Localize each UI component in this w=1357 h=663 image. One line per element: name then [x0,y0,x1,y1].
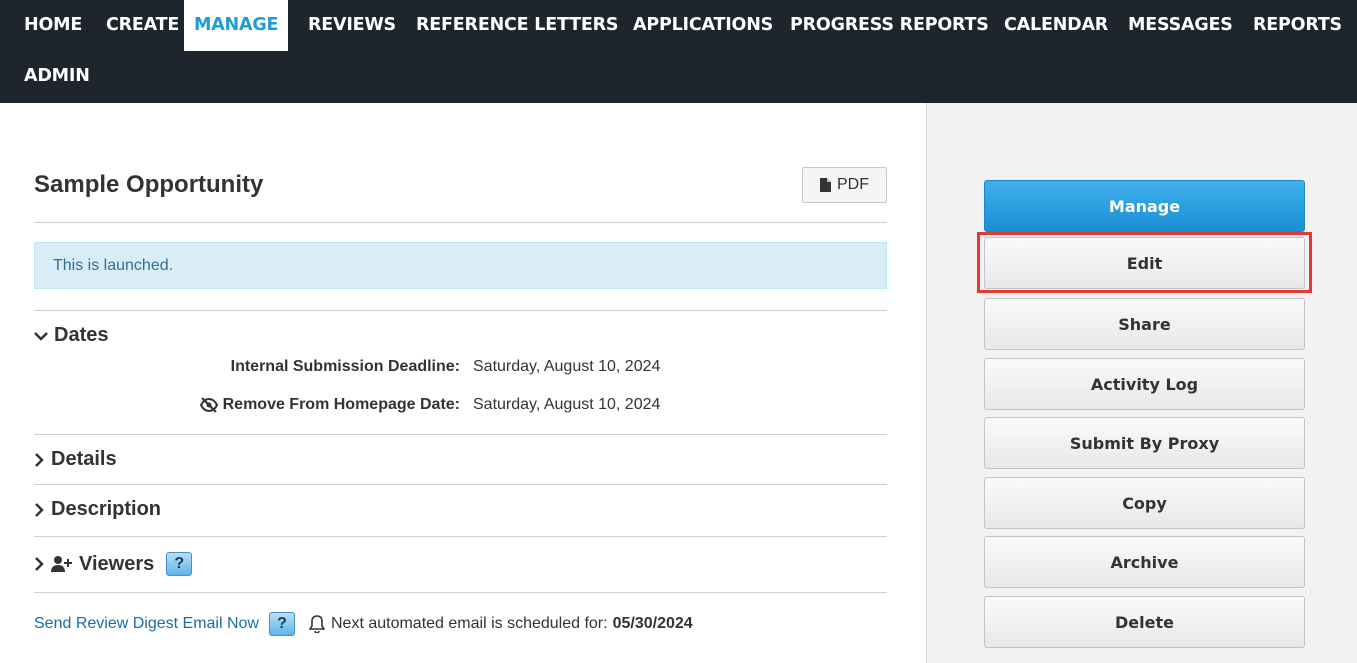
pdf-label: PDF [837,176,869,193]
next-email-date: 05/30/2024 [612,615,693,632]
nav-reports[interactable]: REPORTS [1243,0,1352,51]
nav-applications[interactable]: APPLICATIONS [623,0,783,51]
remove-homepage-label: Remove From Homepage Date: [199,396,460,414]
viewers-help-button[interactable]: ? [166,552,193,576]
nav-admin[interactable]: ADMIN [14,51,100,102]
section-description-toggle[interactable]: Description [34,498,161,521]
nav-calendar[interactable]: CALENDAR [994,0,1118,51]
chevron-right-icon [35,557,44,571]
remove-homepage-value: Saturday, August 10, 2024 [473,396,661,413]
delete-button[interactable]: Delete [984,596,1305,648]
section-dates-title: Dates [54,324,109,346]
section-viewers-title: Viewers [79,552,155,575]
nav-progress-reports[interactable]: PROGRESS REPORTS [780,0,999,51]
divider [34,222,887,223]
section-dates-toggle[interactable]: Dates [34,324,108,347]
status-alert: This is launched. [34,242,887,289]
pdf-button[interactable]: PDF [802,167,887,203]
send-digest-link[interactable]: Send Review Digest Email Now [34,615,259,633]
section-details-title: Details [51,448,117,470]
archive-button[interactable]: Archive [984,536,1305,588]
submit-by-proxy-button[interactable]: Submit By Proxy [984,417,1305,469]
divider [34,536,887,537]
nav-reviews[interactable]: REVIEWS [298,0,406,51]
file-icon [820,178,831,192]
action-sidebar: Manage Edit Share Activity Log Submit By… [926,103,1357,663]
page-title: Sample Opportunity [34,171,264,198]
next-email-text: Next automated email is scheduled for: [330,615,608,632]
eye-slash-icon [199,397,218,413]
section-viewers-toggle[interactable]: Viewers ? [34,552,193,576]
chevron-right-icon [35,502,44,517]
chevron-down-icon [34,331,48,341]
bell-icon [308,615,325,633]
top-navigation: HOME CREATE MANAGE REVIEWS REFERENCE LET… [0,0,1357,103]
nav-create[interactable]: CREATE [96,0,189,51]
share-button[interactable]: Share [984,298,1305,350]
nav-manage[interactable]: MANAGE [184,0,288,51]
section-details-toggle[interactable]: Details [34,448,117,471]
section-description-title: Description [51,498,162,520]
user-plus-icon [51,556,72,572]
divider [34,434,887,435]
manage-button[interactable]: Manage [984,180,1305,232]
divider [34,484,887,485]
nav-messages[interactable]: MESSAGES [1118,0,1243,51]
nav-reference-letters[interactable]: REFERENCE LETTERS [406,0,628,51]
copy-button[interactable]: Copy [984,477,1305,529]
edit-button[interactable]: Edit [984,237,1305,289]
chevron-right-icon [35,452,44,467]
internal-deadline-value: Saturday, August 10, 2024 [473,358,661,375]
internal-deadline-label: Internal Submission Deadline: [230,358,460,375]
divider [34,592,887,593]
divider [34,310,887,311]
digest-row: Send Review Digest Email Now ? Next auto… [34,612,693,636]
activity-log-button[interactable]: Activity Log [984,358,1305,410]
digest-help-button[interactable]: ? [268,612,295,636]
remove-homepage-label-text: Remove From Homepage Date: [222,396,460,413]
nav-home[interactable]: HOME [14,0,92,51]
main-content: Sample Opportunity PDF This is launched.… [0,103,926,663]
